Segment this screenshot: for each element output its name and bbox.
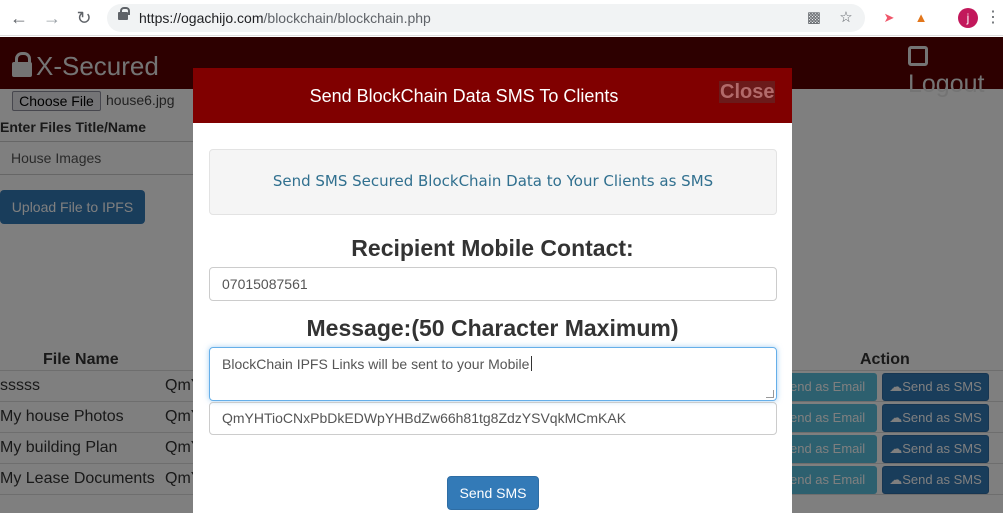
reload-icon[interactable]: ↻ (72, 6, 96, 30)
sms-modal: Send BlockChain Data SMS To Clients Clos… (193, 68, 792, 513)
browser-toolbar: ← → ↻ https://ogachijo.com/blockchain/bl… (0, 0, 1003, 36)
url-text[interactable]: https://ogachijo.com/blockchain/blockcha… (139, 10, 431, 26)
recipient-label: Recipient Mobile Contact: (351, 235, 634, 261)
modal-header: Send BlockChain Data SMS To Clients Clos… (193, 68, 792, 123)
modal-title: Send BlockChain Data SMS To Clients (309, 86, 619, 106)
lock-icon (118, 7, 130, 20)
extension-icon[interactable]: ➤ (880, 9, 898, 27)
arrow-right-icon[interactable]: → (40, 6, 64, 30)
camera-blocked-icon[interactable]: ▩ (805, 9, 823, 27)
phone-input[interactable]: 07015087561 (209, 267, 777, 301)
message-label: Message:(50 Character Maximum) (306, 315, 679, 341)
close-button[interactable]: Close (719, 81, 776, 103)
info-panel: Send SMS Secured BlockChain Data to Your… (209, 149, 777, 215)
text-cursor (531, 356, 533, 371)
profile-avatar[interactable]: j (958, 8, 978, 28)
metamask-icon[interactable]: ▲ (912, 9, 930, 27)
ipfs-hash-input[interactable]: QmYHTioCNxPbDkEDWpYHBdZw66h81tg8ZdzYSVqk… (209, 402, 777, 435)
menu-icon[interactable]: ⋮ (985, 8, 1001, 28)
address-bar[interactable]: https://ogachijo.com/blockchain/blockcha… (107, 4, 865, 32)
star-icon[interactable]: ☆ (837, 9, 855, 27)
url-host: https://ogachijo.com (139, 10, 264, 26)
send-sms-button[interactable]: Send SMS (447, 476, 539, 510)
message-textarea[interactable]: BlockChain IPFS Links will be sent to yo… (209, 347, 777, 401)
info-text: Send SMS Secured BlockChain Data to Your… (272, 172, 714, 190)
resize-handle[interactable] (766, 390, 774, 398)
url-path: /blockchain/blockchain.php (263, 10, 431, 26)
message-text: BlockChain IPFS Links will be sent to yo… (222, 356, 530, 372)
arrow-left-icon[interactable]: ← (7, 6, 31, 30)
